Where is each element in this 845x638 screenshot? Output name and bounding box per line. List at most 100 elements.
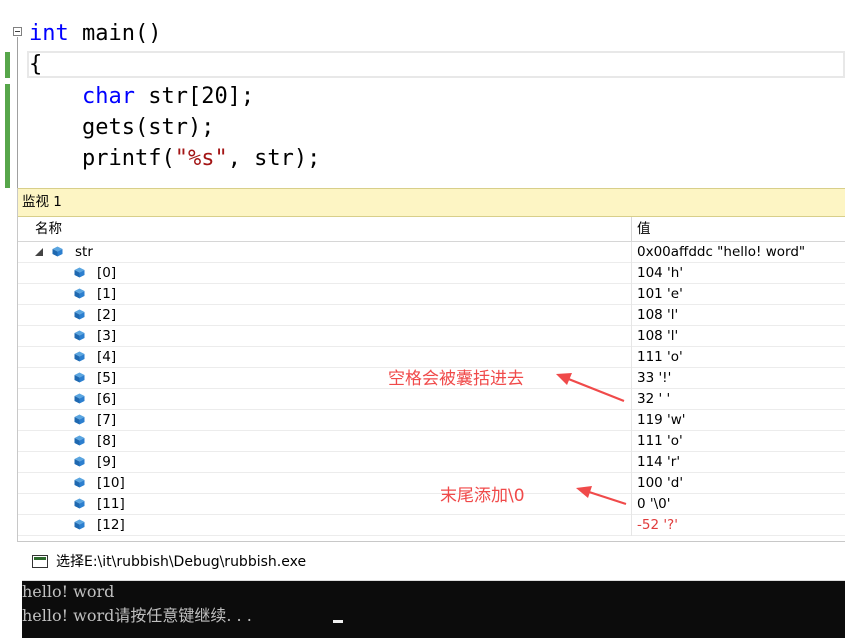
watch-row[interactable]: [1] 101 'e' bbox=[18, 284, 845, 305]
watch-row-name: [11] bbox=[97, 496, 125, 512]
watch-row-name: [10] bbox=[97, 475, 125, 491]
code-line[interactable]: int main() bbox=[29, 19, 161, 49]
watch-row[interactable]: [0] 104 'h' bbox=[18, 263, 845, 284]
annotation-space: 空格会被囊括进去 bbox=[388, 369, 524, 389]
outline-guide bbox=[17, 37, 18, 188]
code-token: str[20]; bbox=[134, 84, 255, 109]
watch-window[interactable]: 监视 1 名称 值 str 0x00affddc "hello! word" [… bbox=[17, 188, 845, 542]
variable-icon bbox=[74, 456, 85, 467]
watch-row-name: [3] bbox=[97, 328, 117, 344]
column-header-name[interactable]: 名称 bbox=[35, 217, 62, 241]
code-line[interactable]: printf("%s", str); bbox=[29, 144, 320, 174]
variable-icon bbox=[74, 477, 85, 488]
current-line-highlight bbox=[27, 51, 845, 78]
watch-row-value[interactable]: 100 'd' bbox=[637, 473, 683, 493]
column-divider bbox=[631, 242, 632, 263]
variable-icon bbox=[52, 246, 63, 257]
watch-row-name: [8] bbox=[97, 433, 117, 449]
watch-row-name: [9] bbox=[97, 454, 117, 470]
code-line[interactable]: gets(str); bbox=[29, 113, 214, 143]
watch-row-name: [0] bbox=[97, 265, 117, 281]
change-indicator bbox=[5, 84, 10, 188]
console-title: 选择E:\it\rubbish\Debug\rubbish.exe bbox=[56, 554, 307, 570]
variable-icon bbox=[74, 330, 85, 341]
watch-row[interactable]: [10] 100 'd' bbox=[18, 473, 845, 494]
code-token: main() bbox=[68, 21, 162, 46]
watch-row-value[interactable]: 101 'e' bbox=[637, 284, 683, 304]
watch-row-value[interactable]: 104 'h' bbox=[637, 263, 683, 283]
watch-row-name: [5] bbox=[97, 370, 117, 386]
column-divider bbox=[631, 263, 632, 284]
column-divider bbox=[631, 305, 632, 326]
console-line: hello! word bbox=[22, 582, 115, 601]
watch-row[interactable]: [6] 32 ' ' bbox=[18, 389, 845, 410]
column-divider bbox=[631, 452, 632, 473]
column-divider[interactable] bbox=[631, 217, 632, 241]
watch-row-value[interactable]: 108 'l' bbox=[637, 305, 678, 325]
watch-row-value[interactable]: -52 '?' bbox=[637, 515, 678, 535]
code-token: { bbox=[29, 52, 43, 77]
watch-row-value[interactable]: 119 'w' bbox=[637, 410, 686, 430]
watch-row[interactable]: [8] 111 'o' bbox=[18, 431, 845, 452]
column-divider bbox=[631, 368, 632, 389]
variable-icon bbox=[74, 267, 85, 278]
watch-row-value[interactable]: 32 ' ' bbox=[637, 389, 670, 409]
watch-row-name: str bbox=[75, 244, 93, 260]
variable-icon bbox=[74, 309, 85, 320]
watch-row-value[interactable]: 114 'r' bbox=[637, 452, 680, 472]
watch-row-name: [6] bbox=[97, 391, 117, 407]
column-header-value[interactable]: 值 bbox=[637, 217, 651, 241]
code-token: printf( bbox=[29, 146, 175, 171]
watch-row[interactable]: [9] 114 'r' bbox=[18, 452, 845, 473]
code-keyword: int bbox=[29, 21, 69, 46]
variable-icon bbox=[74, 435, 85, 446]
watch-header: 名称 值 bbox=[18, 217, 845, 242]
collapse-toggle-icon[interactable] bbox=[13, 27, 22, 36]
watch-row-value[interactable]: 33 '!' bbox=[637, 368, 671, 388]
watch-row-value[interactable]: 111 'o' bbox=[637, 431, 683, 451]
watch-row[interactable]: [12] -52 '?' bbox=[18, 515, 845, 536]
column-divider bbox=[631, 515, 632, 536]
column-divider bbox=[631, 347, 632, 368]
variable-icon bbox=[74, 498, 85, 509]
column-divider bbox=[631, 389, 632, 410]
watch-row[interactable]: [7] 119 'w' bbox=[18, 410, 845, 431]
column-divider bbox=[631, 410, 632, 431]
variable-icon bbox=[74, 519, 85, 530]
watch-row[interactable]: [3] 108 'l' bbox=[18, 326, 845, 347]
variable-icon bbox=[74, 351, 85, 362]
variable-icon bbox=[74, 372, 85, 383]
watch-row-value[interactable]: 0x00affddc "hello! word" bbox=[637, 242, 805, 262]
code-keyword: char bbox=[81, 84, 135, 109]
watch-row[interactable]: [11] 0 '\0' bbox=[18, 494, 845, 515]
console-line: hello! word请按任意键继续. . . bbox=[22, 606, 257, 625]
console-title-bar[interactable]: 选择E:\it\rubbish\Debug\rubbish.exe bbox=[22, 543, 845, 581]
watch-row-root[interactable]: str 0x00affddc "hello! word" bbox=[18, 242, 845, 263]
console-output[interactable]: hello! word hello! word请按任意键继续. . . bbox=[22, 581, 845, 638]
code-line[interactable]: char str[20]; bbox=[29, 82, 254, 112]
column-divider bbox=[631, 494, 632, 515]
code-editor[interactable]: int main() { char str[20]; gets(str); pri… bbox=[0, 0, 845, 188]
console-cursor bbox=[333, 620, 343, 623]
watch-row-name: [1] bbox=[97, 286, 117, 302]
watch-row[interactable]: [2] 108 'l' bbox=[18, 305, 845, 326]
change-indicator bbox=[5, 52, 10, 78]
variable-icon bbox=[74, 393, 85, 404]
code-token: gets(str); bbox=[29, 115, 215, 140]
watch-row-value[interactable]: 0 '\0' bbox=[637, 494, 670, 514]
watch-row-value[interactable]: 111 'o' bbox=[637, 347, 683, 367]
watch-row-name: [2] bbox=[97, 307, 117, 323]
column-divider bbox=[631, 284, 632, 305]
watch-row-name: [12] bbox=[97, 517, 125, 533]
expand-toggle-icon[interactable] bbox=[35, 248, 43, 256]
watch-rows: str 0x00affddc "hello! word" [0] 104 'h'[… bbox=[18, 242, 845, 536]
watch-row-name: [4] bbox=[97, 349, 117, 365]
variable-icon bbox=[74, 288, 85, 299]
code-line[interactable]: { bbox=[29, 50, 42, 80]
console-window[interactable]: 选择E:\it\rubbish\Debug\rubbish.exe hello!… bbox=[22, 543, 845, 638]
watch-window-title[interactable]: 监视 1 bbox=[18, 188, 845, 217]
variable-icon bbox=[74, 414, 85, 425]
watch-row-value[interactable]: 108 'l' bbox=[637, 326, 678, 346]
code-string: "%s" bbox=[174, 146, 228, 171]
